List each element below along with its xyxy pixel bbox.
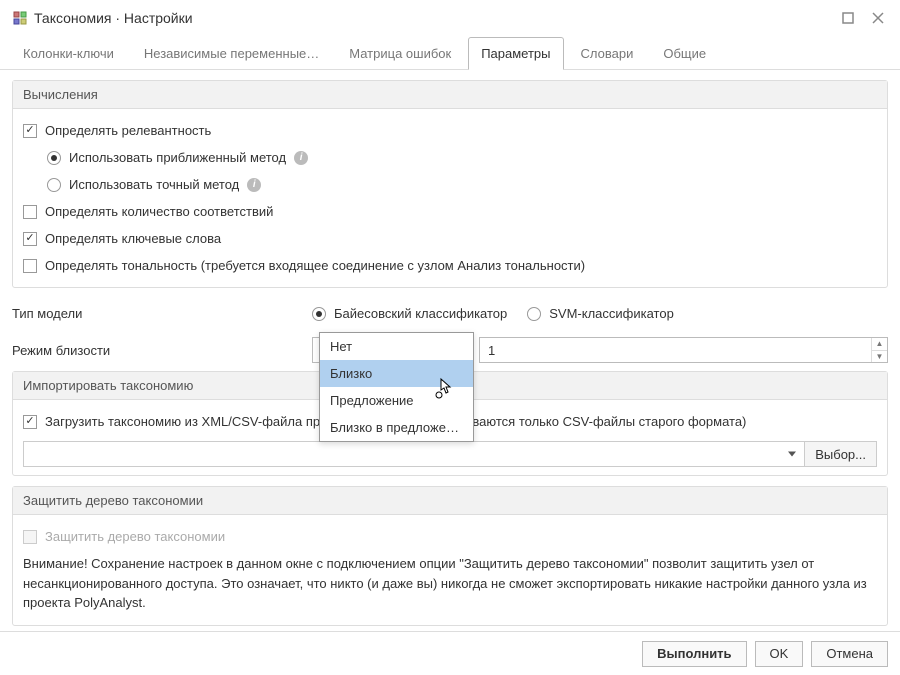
footer: Выполнить OK Отмена [0, 631, 900, 675]
group-protect: Защитить дерево таксономии Защитить дере… [12, 486, 888, 626]
radio-exact-method[interactable] [47, 178, 61, 192]
dropdown-option-sentence[interactable]: Предложение [320, 387, 473, 414]
tab-independent-vars[interactable]: Независимые переменные… [131, 37, 332, 70]
checkbox-protect [23, 530, 37, 544]
tab-parameters[interactable]: Параметры [468, 37, 563, 70]
app-icon [12, 10, 28, 26]
tab-confusion-matrix[interactable]: Матрица ошибок [336, 37, 464, 70]
checkbox-import[interactable] [23, 415, 37, 429]
info-icon: i [247, 178, 261, 192]
label-protect: Защитить дерево таксономии [45, 529, 225, 544]
ok-button[interactable]: OK [755, 641, 804, 667]
label-approx: Использовать приближенный метод [69, 150, 286, 165]
close-icon[interactable] [868, 8, 888, 28]
group-header-calculations: Вычисления [13, 81, 887, 109]
spinner-up[interactable]: ▲ [872, 338, 887, 351]
radio-svm[interactable] [527, 307, 541, 321]
proximity-number-value[interactable]: 1 [480, 338, 871, 362]
cancel-button[interactable]: Отмена [811, 641, 888, 667]
tabs: Колонки-ключи Независимые переменные… Ма… [0, 36, 900, 70]
info-icon: i [294, 151, 308, 165]
row-model-type: Тип модели Байесовский классификатор SVM… [12, 298, 888, 329]
label-bayes: Байесовский классификатор [334, 306, 507, 321]
checkbox-tonality[interactable] [23, 259, 37, 273]
proximity-dropdown: Нет Близко Предложение Близко в предложе… [319, 332, 474, 442]
tab-key-columns[interactable]: Колонки-ключи [10, 37, 127, 70]
proximity-number-input[interactable]: 1 ▲ ▼ [479, 337, 888, 363]
radio-approx-method[interactable] [47, 151, 61, 165]
protect-warning: Внимание! Сохранение настроек в данном о… [23, 550, 877, 617]
label-tonality: Определять тональность (требуется входящ… [45, 258, 585, 273]
group-calculations: Вычисления Определять релевантность Испо… [12, 80, 888, 288]
dropdown-option-close-sentence[interactable]: Близко в предложен... [320, 414, 473, 441]
label-model-type: Тип модели [12, 306, 312, 321]
checkbox-relevance[interactable] [23, 124, 37, 138]
spinner-down[interactable]: ▼ [872, 351, 887, 363]
label-exact: Использовать точный метод [69, 177, 239, 192]
title-bar: Таксономия · Настройки [0, 0, 900, 36]
label-keywords: Определять ключевые слова [45, 231, 221, 246]
group-header-protect: Защитить дерево таксономии [13, 487, 887, 515]
checkbox-matches[interactable] [23, 205, 37, 219]
label-proximity: Режим близости [12, 343, 312, 358]
tab-dictionaries[interactable]: Словари [568, 37, 647, 70]
checkbox-keywords[interactable] [23, 232, 37, 246]
radio-bayes[interactable] [312, 307, 326, 321]
label-relevance: Определять релевантность [45, 123, 211, 138]
label-svm: SVM-классификатор [549, 306, 674, 321]
maximize-icon[interactable] [838, 8, 858, 28]
window-title: Таксономия · Настройки [34, 10, 193, 26]
browse-button[interactable]: Выбор... [805, 441, 877, 467]
dropdown-option-close[interactable]: Близко [320, 360, 473, 387]
tab-general[interactable]: Общие [650, 37, 719, 70]
run-button[interactable]: Выполнить [642, 641, 746, 667]
dropdown-option-none[interactable]: Нет [320, 333, 473, 360]
label-matches: Определять количество соответствий [45, 204, 273, 219]
chevron-down-icon [788, 452, 796, 457]
file-select-combo[interactable] [23, 441, 805, 467]
